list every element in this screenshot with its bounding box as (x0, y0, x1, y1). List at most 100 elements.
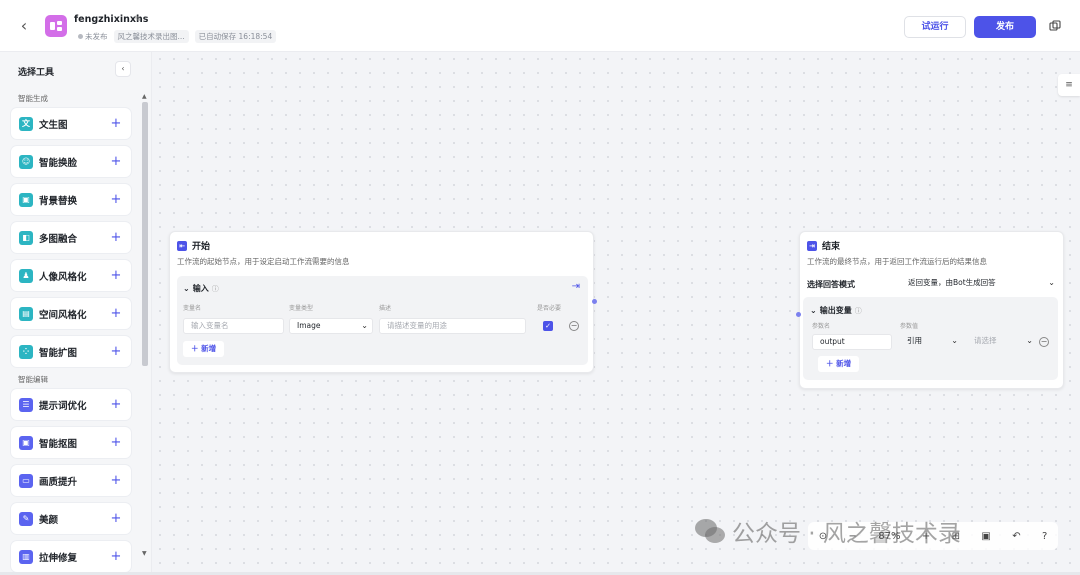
status-badge: 未发布 (78, 31, 108, 42)
sidebar-scrollbar[interactable] (142, 102, 148, 366)
add-tool-plus-icon[interactable]: + (109, 154, 123, 169)
col-param-value: 参数值 (900, 323, 919, 330)
input-title[interactable]: ⌄ 输入 ⓘ (183, 283, 219, 294)
collapse-chevron-icon[interactable]: ⌄ (183, 284, 190, 293)
publish-button[interactable]: 发布 (974, 16, 1036, 38)
add-tool-plus-icon[interactable]: + (109, 306, 123, 321)
section-smart-generate: 智能生成 (18, 94, 48, 103)
collapse-chevron-icon[interactable]: ⌄ (810, 306, 817, 315)
collapse-sidebar-icon[interactable]: ‹ (115, 61, 131, 77)
tool-label: 人像风格化 (39, 271, 87, 283)
section-smart-edit: 智能编辑 (18, 375, 48, 384)
copy-icon[interactable] (1048, 19, 1062, 33)
variable-type-select[interactable]: Image ⌄ (289, 318, 373, 334)
minimap-icon[interactable]: ▣ (981, 531, 990, 542)
test-run-button[interactable]: 试运行 (904, 16, 966, 38)
remove-output-icon[interactable]: − (1039, 337, 1049, 347)
back-chevron-icon[interactable]: ‹ (14, 16, 34, 36)
required-checkbox[interactable]: ✓ (543, 321, 553, 331)
add-tool-plus-icon[interactable]: + (109, 397, 123, 412)
add-output-button[interactable]: ＋ 新增 (818, 356, 860, 372)
variable-select[interactable]: 请选择 ⌄ (967, 334, 1037, 350)
tool-item[interactable]: ▣ 背景替换 + (11, 184, 131, 215)
end-icon: ⇥ (807, 240, 817, 251)
tool-label: 拉伸修复 (39, 552, 78, 564)
description-chip: 风之馨技术录出图... (113, 30, 189, 43)
tool-item[interactable]: ▭ 画质提升 + (11, 465, 131, 496)
chevron-down-icon: ⌄ (1048, 278, 1055, 287)
tool-item[interactable]: ▤ 空间风格化 + (11, 298, 131, 329)
start-node-header: ⇤ 开始 (177, 239, 210, 252)
scroll-up-icon[interactable]: ▲ (142, 93, 147, 100)
start-node[interactable]: ⇤ 开始 工作流的起始节点，用于设定启动工作流需要的信息 ⌄ 输入 ⓘ ⇥ 变量… (169, 231, 594, 373)
panel-toggle-icon[interactable]: ≡ (1058, 74, 1080, 96)
add-tool-plus-icon[interactable]: + (109, 549, 123, 564)
portrait-icon: ♟ (19, 268, 33, 283)
tool-label: 多图融合 (39, 233, 78, 245)
meta-row: 未发布 风之馨技术录出图... 已自动保存 16:18:54 (78, 30, 277, 43)
col-required: 是否必要 (537, 305, 562, 312)
help-icon[interactable]: ? (1042, 531, 1047, 542)
col-type: 变量类型 (289, 305, 314, 312)
tool-item[interactable]: ⁘ 智能扩图 + (11, 336, 131, 367)
edit-icon[interactable]: ✎ (134, 15, 142, 25)
col-param-name: 参数名 (812, 323, 831, 330)
watermark-text: 公众号 · 风之馨技术录 (732, 521, 961, 547)
param-name-input[interactable]: output (812, 334, 892, 350)
reference-select[interactable]: 引用 ⌄ (900, 334, 962, 350)
tool-item[interactable]: ☺ 智能换脸 + (11, 146, 131, 177)
tool-item[interactable]: 文文生图 + (11, 108, 131, 139)
import-variable-icon[interactable]: ⇥ (572, 281, 580, 292)
add-tool-plus-icon[interactable]: + (109, 230, 123, 245)
background-icon: ▣ (19, 192, 33, 207)
tool-item[interactable]: ▣ 智能抠图 + (11, 427, 131, 458)
start-output-port[interactable] (592, 299, 597, 304)
add-tool-plus-icon[interactable]: + (109, 511, 123, 526)
end-node-header: ⇥ 结束 (807, 239, 840, 252)
answer-mode-label: 选择回答模式 (807, 280, 855, 289)
end-input-port[interactable] (796, 312, 801, 317)
output-panel: ⌄ 输出变量 ⓘ 参数名 参数值 output 引用 ⌄ 请选择 ⌄ − ＋ 新增 (803, 297, 1058, 380)
col-name: 变量名 (183, 305, 202, 312)
add-tool-plus-icon[interactable]: + (109, 116, 123, 131)
tool-label: 空间风格化 (39, 309, 87, 321)
add-tool-plus-icon[interactable]: + (109, 192, 123, 207)
add-variable-button[interactable]: ＋ 新增 (183, 341, 225, 357)
tool-item[interactable]: ☰ 提示词优化 + (11, 389, 131, 420)
tool-label: 美颜 (39, 514, 59, 526)
variable-name-input[interactable]: 输入变量名 (183, 318, 284, 334)
tool-label: 画质提升 (39, 476, 78, 488)
undo-icon[interactable]: ↶ (1012, 531, 1020, 542)
start-node-title: 开始 (192, 242, 211, 252)
scroll-down-icon[interactable]: ▼ (142, 550, 147, 557)
tool-label: 提示词优化 (39, 400, 87, 412)
wechat-logo-icon (695, 519, 725, 543)
answer-mode-select[interactable]: 返回变量，由Bot生成回答 ⌄ (901, 276, 1059, 292)
add-tool-plus-icon[interactable]: + (109, 344, 123, 359)
remove-variable-icon[interactable]: − (569, 321, 579, 331)
tool-sidebar: 选择工具 ‹ 智能生成 智能编辑 文文生图 + ☺ 智能换脸 + ▣ 背景替换 + ◧ 多图融合 +… (0, 52, 152, 572)
stretch-icon: ▥ (19, 549, 33, 564)
end-node[interactable]: ⇥ 结束 工作流的最终节点，用于返回工作流运行后的结果信息 选择回答模式 返回变… (799, 231, 1064, 389)
chevron-down-icon: ⌄ (951, 336, 958, 345)
variable-desc-input[interactable]: 请描述变量的用途 (379, 318, 526, 334)
start-icon: ⇤ (177, 240, 187, 251)
add-tool-plus-icon[interactable]: + (109, 268, 123, 283)
top-header: ‹ fengzhixinxhs ✎ 未发布 风之馨技术录出图... 已自动保存 … (0, 0, 1080, 52)
tool-item[interactable]: ▥ 拉伸修复 + (11, 541, 131, 572)
info-icon: ⓘ (854, 306, 862, 315)
beauty-icon: ✎ (19, 511, 33, 526)
output-title[interactable]: ⌄ 输出变量 ⓘ (810, 305, 862, 316)
tool-label: 智能抠图 (39, 438, 78, 450)
text-to-image-icon: 文 (19, 116, 33, 131)
tool-item[interactable]: ◧ 多图融合 + (11, 222, 131, 253)
space-icon: ▤ (19, 306, 33, 321)
info-icon: ⓘ (211, 284, 219, 293)
tool-item[interactable]: ✎ 美颜 + (11, 503, 131, 534)
tool-item[interactable]: ♟ 人像风格化 + (11, 260, 131, 291)
expand-icon: ⁘ (19, 344, 33, 359)
sidebar-title: 选择工具 (18, 68, 55, 78)
add-tool-plus-icon[interactable]: + (109, 473, 123, 488)
add-tool-plus-icon[interactable]: + (109, 435, 123, 450)
cutout-icon: ▣ (19, 435, 33, 450)
